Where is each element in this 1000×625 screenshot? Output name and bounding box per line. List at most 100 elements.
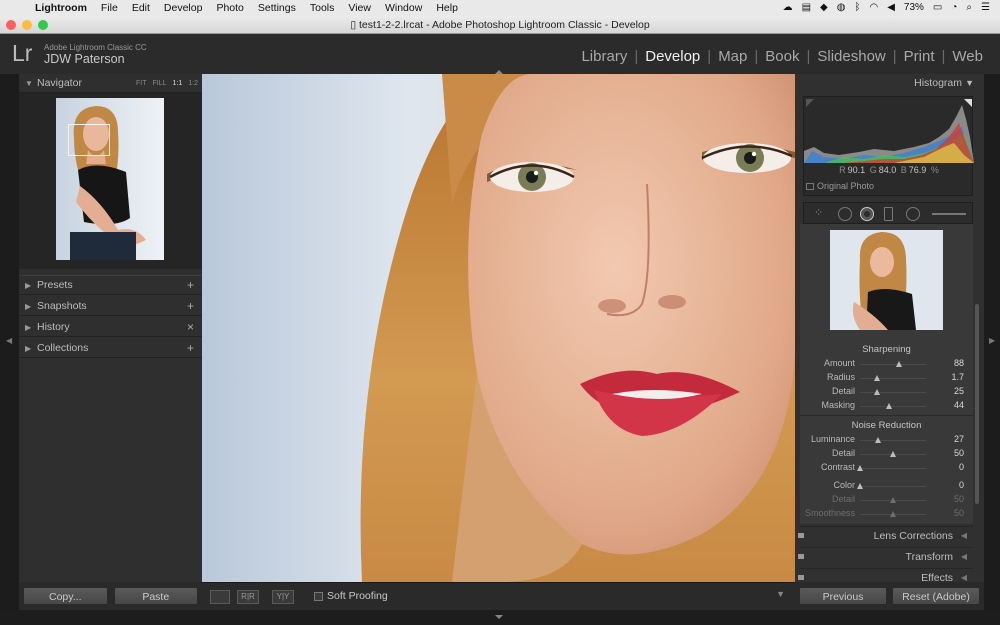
zoom-1-1[interactable]: 1:1 [173,74,183,93]
slider-track[interactable] [860,486,926,487]
right-panel-toggle-strip[interactable]: ▶ [984,74,1000,610]
panel-switch-icon[interactable] [798,554,804,559]
slider-value[interactable]: 50 [954,494,964,504]
menu-window[interactable]: Window [378,0,429,16]
navigator-header[interactable]: ▼ Navigator FIT FILL 1:1 1:2 [19,74,202,93]
histogram-header[interactable]: Histogram ▼ [795,74,984,92]
main-photo-view[interactable] [202,74,795,582]
slider-track[interactable] [860,406,926,407]
panel-switch-icon[interactable] [798,533,804,538]
volume-icon[interactable]: ◀ [887,0,895,16]
toolbar-menu-icon[interactable]: ▼ [776,589,785,599]
left-panel-arrow-icon[interactable]: ◀ [6,336,12,345]
right-panel-arrow-icon[interactable]: ▶ [989,336,995,345]
collections-header[interactable]: ▶ Collections + [19,339,202,358]
navigator-zoom-box[interactable] [68,124,110,156]
slider-knob[interactable] [895,361,902,367]
transform-header[interactable]: Transform ◀ [798,547,973,565]
soft-proofing-checkbox[interactable] [314,592,323,601]
menu-lightroom[interactable]: Lightroom [28,0,94,16]
right-panel-scrollbar[interactable] [975,304,979,504]
battery-percent[interactable]: 73% [904,0,924,16]
add-preset-button[interactable]: + [187,276,194,295]
clear-history-button[interactable]: × [187,318,194,337]
battery-icon[interactable]: ▭ [933,0,942,16]
red-eye-icon[interactable] [860,207,874,221]
wifi-icon[interactable]: ◠ [869,0,878,16]
slider-value[interactable]: 0 [959,462,964,472]
history-header[interactable]: ▶ History × [19,318,202,337]
menu-settings[interactable]: Settings [251,0,303,16]
slider-value[interactable]: 1.7 [951,372,964,382]
menu-tools[interactable]: Tools [303,0,342,16]
slider-knob[interactable] [890,497,896,503]
menu-list-icon[interactable]: ☰ [981,0,990,16]
graduated-filter-icon[interactable] [884,207,893,221]
slider-value[interactable]: 50 [954,508,964,518]
slider-track[interactable] [860,378,926,379]
bluetooth-icon[interactable]: ᛒ [854,0,860,16]
slider-knob[interactable] [890,451,896,457]
shield-icon[interactable]: ◍ [837,0,846,16]
menu-view[interactable]: View [341,0,378,16]
paste-settings-button[interactable]: Paste [113,587,198,605]
panel-switch-icon[interactable] [798,575,804,580]
slider-track[interactable] [860,468,926,469]
slider-track[interactable] [860,440,926,441]
module-print[interactable]: Print [897,48,942,65]
reset-button[interactable]: Reset (Adobe) [892,587,980,605]
slider-knob[interactable] [874,375,881,381]
presets-header[interactable]: ▶ Presets + [19,276,202,295]
module-library[interactable]: Library [574,48,634,65]
snapshots-header[interactable]: ▶ Snapshots + [19,297,202,316]
close-window-button[interactable] [6,20,16,30]
spot-removal-icon[interactable] [838,207,852,221]
slider-knob[interactable] [873,389,880,395]
slider-value[interactable]: 88 [954,358,964,368]
slider-knob[interactable] [857,483,863,489]
menu-edit[interactable]: Edit [125,0,157,16]
slider-value[interactable]: 25 [954,386,964,396]
add-collection-button[interactable]: + [187,339,194,358]
radial-filter-icon[interactable] [906,207,920,221]
module-web[interactable]: Web [945,48,990,65]
lens-corrections-header[interactable]: Lens Corrections ◀ [798,526,973,544]
search-icon[interactable]: ⌕ [966,0,972,16]
zoom-window-button[interactable] [38,20,48,30]
menu-file[interactable]: File [94,0,125,16]
menu-photo[interactable]: Photo [209,0,250,16]
dropbox-icon[interactable]: ◆ [820,0,828,16]
adjustment-brush-icon[interactable] [932,213,966,215]
zoom-1-2[interactable]: 1:2 [188,74,198,93]
slider-track[interactable] [860,364,926,365]
previous-button[interactable]: Previous [799,587,887,605]
copy-settings-button[interactable]: Copy... [23,587,108,605]
menu-help[interactable]: Help [429,0,465,16]
menu-develop[interactable]: Develop [157,0,210,16]
minimize-window-button[interactable] [22,20,32,30]
slider-value[interactable]: 27 [954,434,964,444]
zoom-fill[interactable]: FILL [153,74,167,93]
module-develop[interactable]: Develop [638,48,707,65]
zoom-fit[interactable]: FIT [136,74,147,93]
original-photo-checkbox[interactable] [806,183,814,190]
left-panel-toggle-strip[interactable]: ◀ [0,74,19,610]
before-after-tb-button[interactable]: Y|Y [272,590,294,604]
display-icon[interactable]: ▤ [802,0,811,16]
slider-knob[interactable] [890,511,896,517]
navigator-thumbnail[interactable] [56,98,164,260]
add-snapshot-button[interactable]: + [187,297,194,316]
slider-knob[interactable] [857,465,863,471]
before-after-lr-button[interactable]: R|R [237,590,259,604]
slider-knob[interactable] [886,403,893,409]
module-book[interactable]: Book [758,48,806,65]
crop-tool-icon[interactable]: ⁘ [814,206,823,219]
module-map[interactable]: Map [711,48,754,65]
slider-track[interactable] [860,392,926,393]
bottom-panel-toggle-icon[interactable] [495,615,503,619]
histogram[interactable]: R 90.1 G 84.0 B 76.9 % Original Photo [803,96,974,196]
detail-preview[interactable] [830,230,943,330]
slider-knob[interactable] [874,437,881,443]
loupe-view-button[interactable] [210,590,230,604]
original-photo-toggle[interactable]: Original Photo [806,181,874,191]
